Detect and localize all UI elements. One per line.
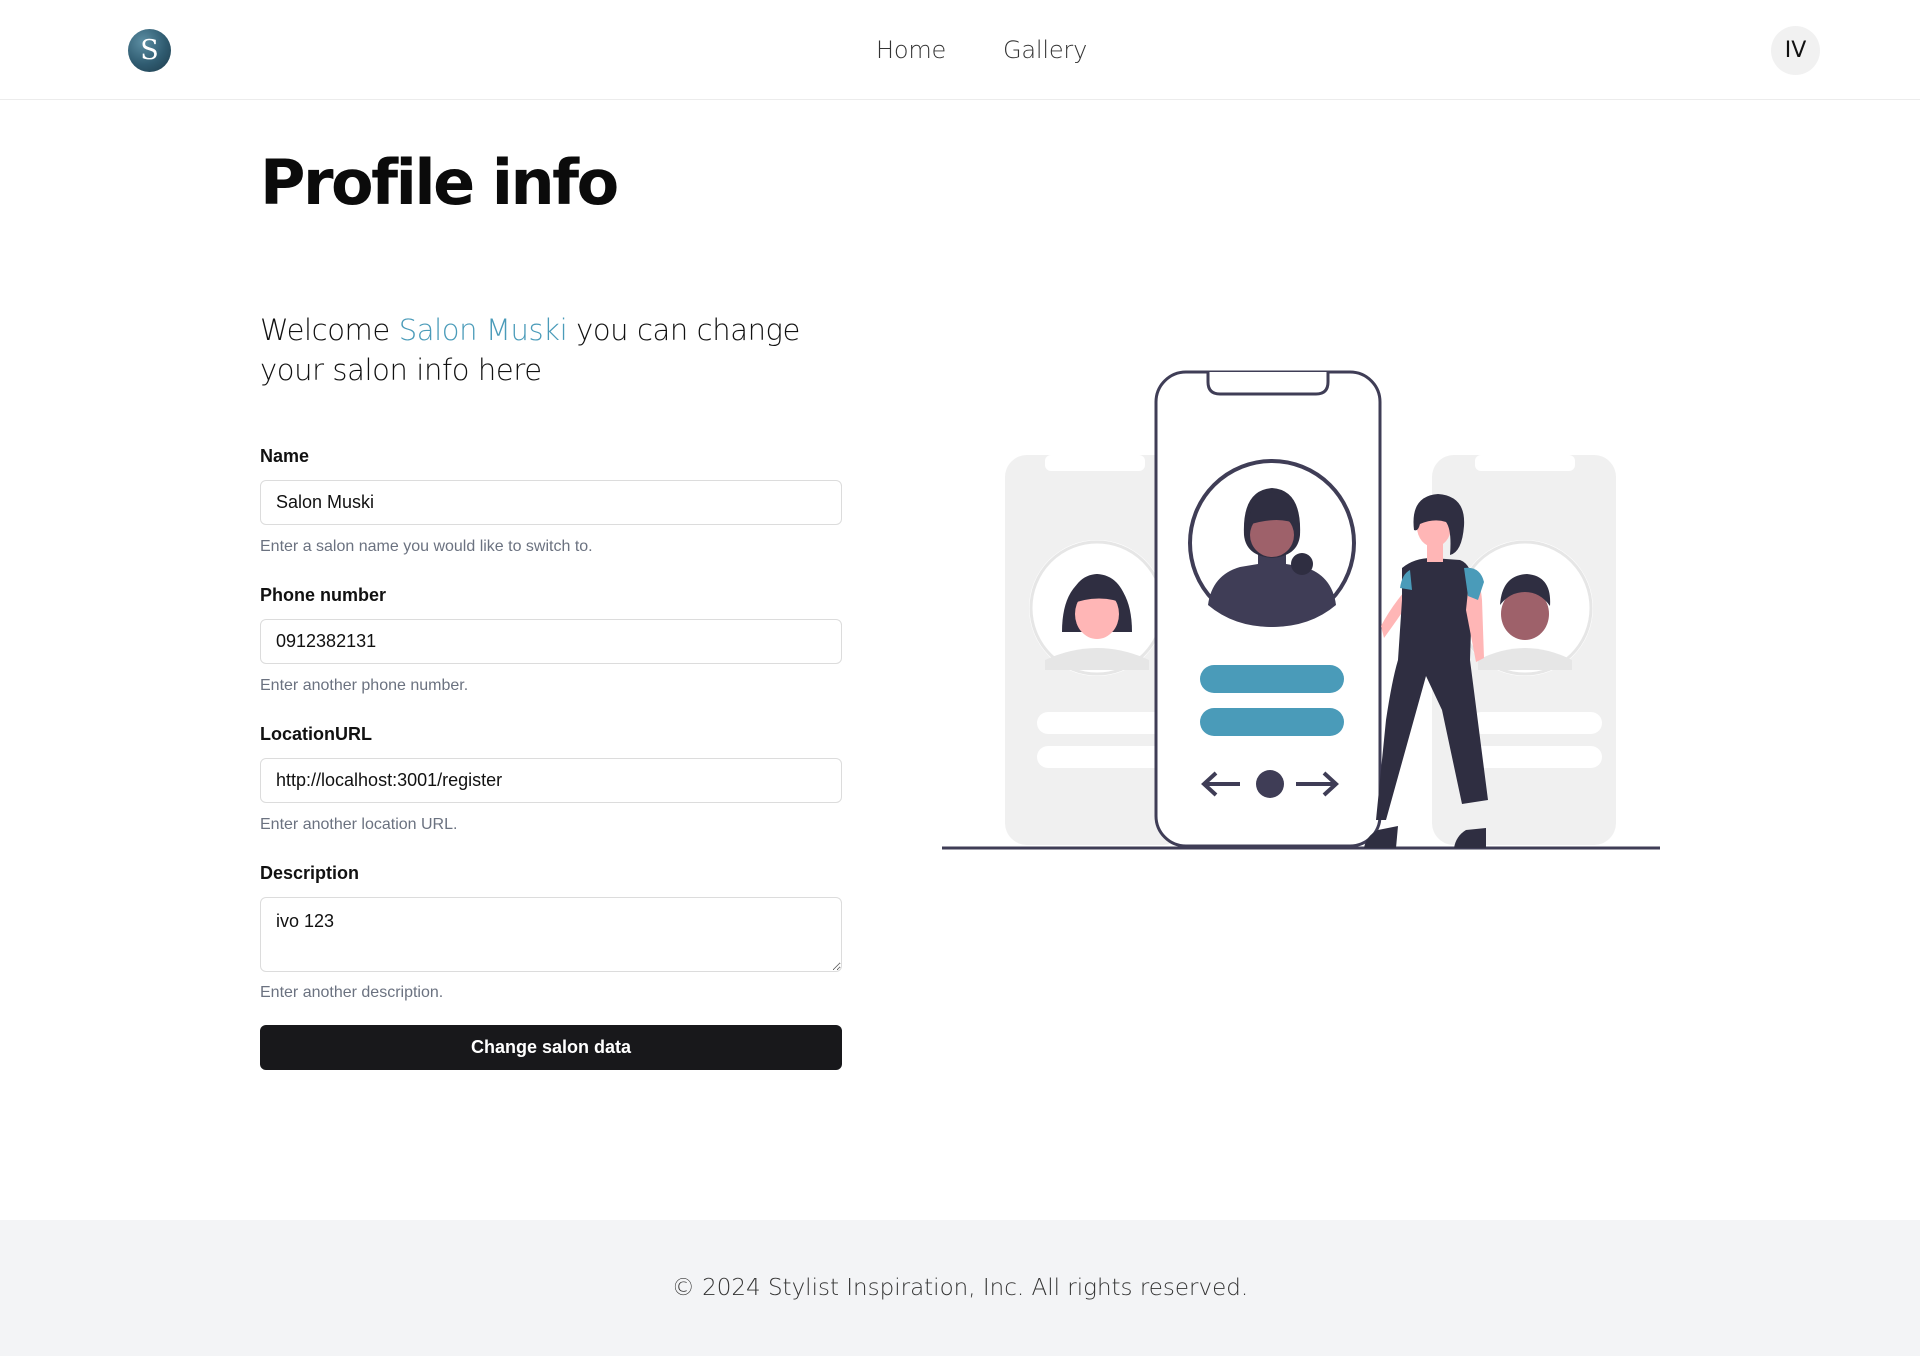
name-label: Name bbox=[260, 446, 310, 466]
main-phone bbox=[1154, 370, 1382, 848]
phone-label: Phone number bbox=[260, 585, 387, 605]
salon-logo-icon[interactable]: S bbox=[128, 29, 171, 72]
salon-name-highlight: Salon Muski bbox=[398, 313, 568, 347]
copyright-text: © 2024 Stylist Inspiration, Inc. All rig… bbox=[671, 1275, 1249, 1301]
page-title: Profile info bbox=[260, 146, 619, 219]
site-header: S Home Gallery IV bbox=[0, 0, 1920, 100]
location-url-hint: Enter another location URL. bbox=[260, 816, 458, 833]
profile-phone-illustration-icon bbox=[942, 370, 1660, 850]
user-avatar[interactable]: IV bbox=[1771, 26, 1820, 75]
description-label: Description bbox=[260, 863, 360, 883]
name-input[interactable] bbox=[260, 480, 842, 525]
phone-hint: Enter another phone number. bbox=[260, 677, 469, 694]
location-url-input[interactable] bbox=[260, 758, 842, 803]
description-textarea[interactable]: ivo 123 bbox=[260, 897, 842, 972]
nav-home-link[interactable]: Home bbox=[876, 36, 946, 64]
welcome-message: Welcome Salon Muski you can change your … bbox=[260, 310, 850, 390]
change-salon-data-button[interactable]: Change salon data bbox=[260, 1025, 842, 1070]
site-footer: © 2024 Stylist Inspiration, Inc. All rig… bbox=[0, 1220, 1920, 1356]
welcome-prefix: Welcome bbox=[260, 313, 390, 347]
name-hint: Enter a salon name you would like to swi… bbox=[260, 538, 593, 555]
phone-input[interactable] bbox=[260, 619, 842, 664]
nav-gallery-link[interactable]: Gallery bbox=[1003, 36, 1087, 64]
description-hint: Enter another description. bbox=[260, 984, 444, 1001]
location-url-label: LocationURL bbox=[260, 724, 372, 744]
